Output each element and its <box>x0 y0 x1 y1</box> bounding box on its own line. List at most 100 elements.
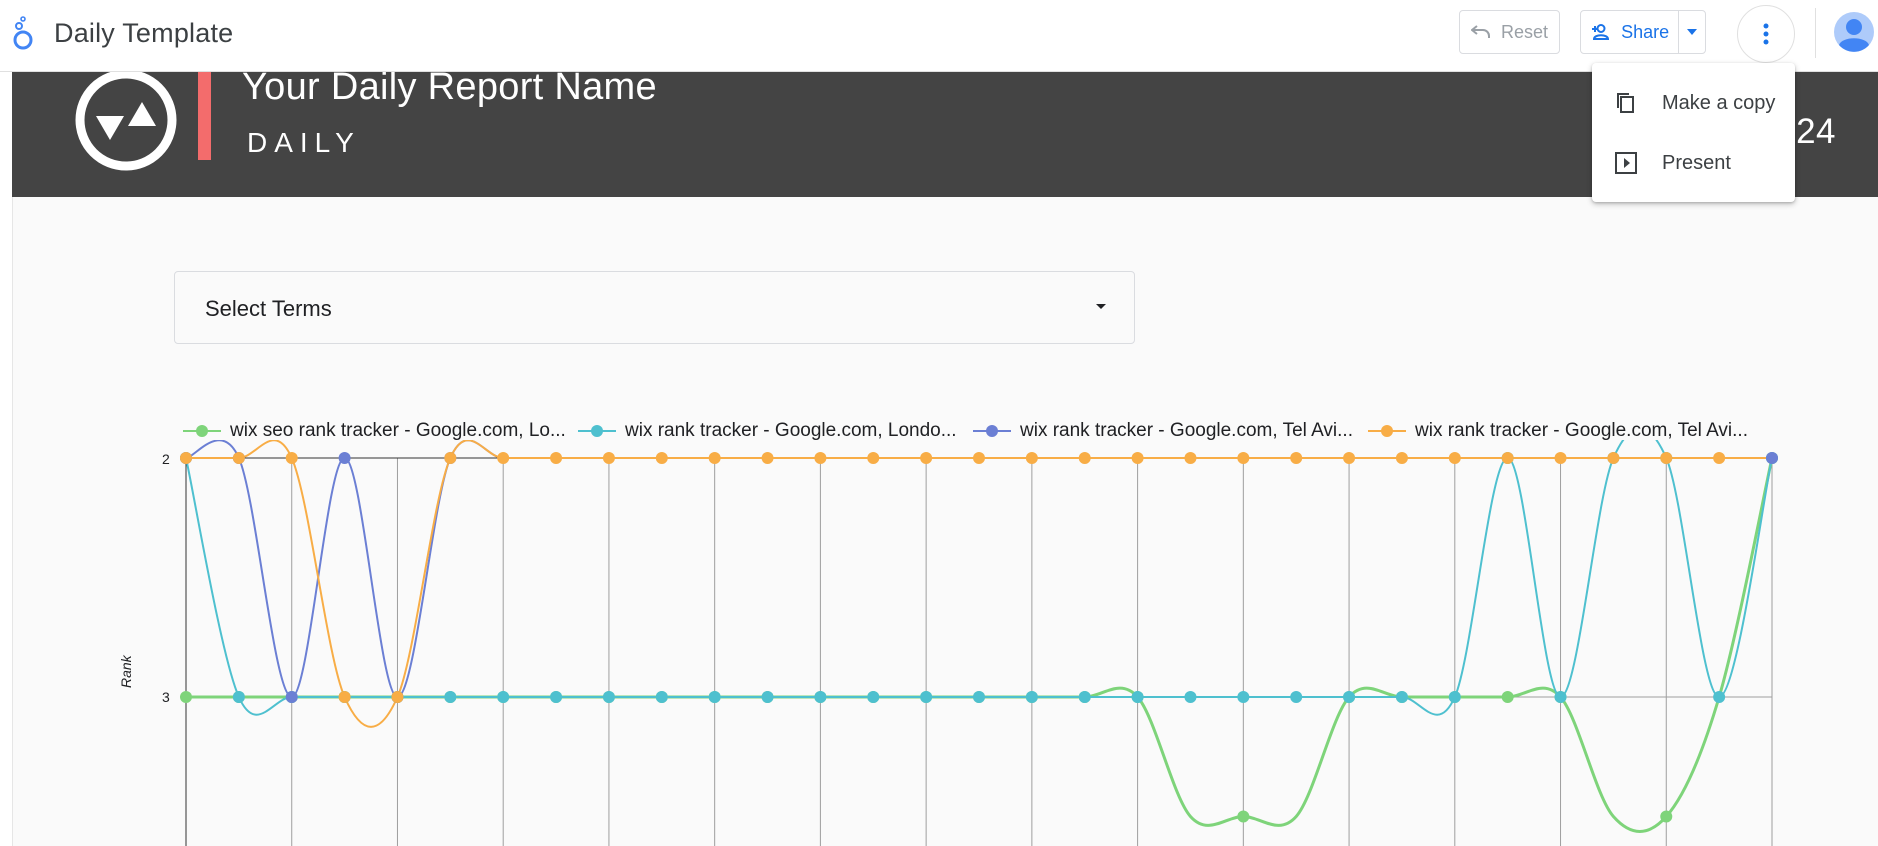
top-app-bar: Daily Template Reset Share <box>0 0 1878 72</box>
data-point <box>1131 452 1144 464</box>
more-options-menu: Make a copy Present <box>1592 63 1795 202</box>
data-point <box>285 691 298 703</box>
legend-swatch <box>183 423 221 439</box>
data-point <box>973 452 985 464</box>
data-point <box>814 452 827 464</box>
undo-icon <box>1470 25 1490 38</box>
accent-bar <box>198 72 211 160</box>
legend-swatch <box>1368 423 1406 439</box>
data-point <box>1395 452 1408 464</box>
data-point <box>497 691 510 703</box>
data-point <box>1554 691 1567 703</box>
select-terms-label: Select Terms <box>205 296 332 321</box>
legend-label: wix rank tracker - Google.com, Tel Avi..… <box>1415 420 1748 441</box>
share-button-group: Share <box>1580 10 1706 54</box>
data-point <box>1554 452 1567 464</box>
reset-label: Reset <box>1500 21 1549 42</box>
data-point <box>814 691 827 703</box>
rank-line-chart <box>180 440 1778 846</box>
menu-item-label: Make a copy <box>1662 91 1776 114</box>
series-line <box>185 440 1772 699</box>
legend-swatch <box>973 423 1011 439</box>
data-point <box>338 691 351 703</box>
more-vert-icon <box>1763 23 1769 45</box>
data-point <box>761 452 774 464</box>
data-point <box>550 691 563 703</box>
menu-item-present[interactable]: Present <box>1592 135 1795 191</box>
data-point <box>1237 810 1250 823</box>
data-point <box>1501 452 1514 464</box>
data-point <box>285 452 298 464</box>
data-point <box>920 691 933 703</box>
data-point <box>867 452 880 464</box>
data-point <box>761 691 774 703</box>
data-point <box>497 452 510 464</box>
data-point <box>232 691 245 703</box>
data-point <box>920 452 933 464</box>
data-point <box>602 691 615 703</box>
user-avatar-icon[interactable] <box>1834 12 1874 52</box>
legend-label: wix rank tracker - Google.com, Londo... <box>625 420 957 441</box>
data-point <box>1343 691 1356 703</box>
more-options-button[interactable] <box>1737 5 1795 63</box>
toolbar-divider <box>1815 8 1816 58</box>
caret-down-icon <box>1687 29 1698 35</box>
share-options-dropdown[interactable] <box>1679 11 1705 53</box>
data-point <box>1607 452 1620 464</box>
data-point <box>708 452 721 464</box>
data-point <box>1766 452 1778 464</box>
caret-down-icon <box>1096 304 1106 309</box>
data-point <box>655 452 668 464</box>
present-icon <box>1615 152 1637 174</box>
data-point <box>1343 452 1356 464</box>
data-point <box>338 452 351 464</box>
data-point <box>1131 691 1144 703</box>
app-title: Daily Template <box>54 18 234 48</box>
data-point <box>180 452 192 464</box>
reset-button[interactable]: Reset <box>1459 10 1560 54</box>
legend-swatch <box>578 423 616 439</box>
legend-label: wix seo rank tracker - Google.com, Lo... <box>230 420 566 441</box>
data-point <box>1184 691 1197 703</box>
series-line <box>185 457 1774 833</box>
data-point <box>1025 691 1038 703</box>
report-title: Your Daily Report Name <box>242 66 657 108</box>
data-point <box>1448 452 1461 464</box>
data-point <box>180 691 192 703</box>
legend-label: wix rank tracker - Google.com, Tel Avi..… <box>1020 420 1353 441</box>
data-point <box>867 691 880 703</box>
data-point <box>1713 691 1726 703</box>
data-point <box>708 691 721 703</box>
data-point <box>973 691 985 703</box>
data-point <box>1395 691 1408 703</box>
app-root: Daily Template Reset Share Your Daily Re… <box>0 0 1878 846</box>
report-subtitle: DAILY <box>247 127 361 158</box>
data-point <box>1078 691 1091 703</box>
looker-studio-logo-icon[interactable] <box>10 16 36 52</box>
data-point <box>1184 452 1197 464</box>
data-point <box>232 452 245 464</box>
data-point <box>550 452 563 464</box>
data-point <box>655 691 668 703</box>
data-point <box>1237 452 1250 464</box>
add-person-icon <box>1592 24 1610 40</box>
select-terms-dropdown[interactable]: Select Terms <box>174 271 1135 344</box>
menu-item-make-a-copy[interactable]: Make a copy <box>1592 75 1795 131</box>
share-button[interactable]: Share <box>1581 11 1680 53</box>
report-logo-icon <box>75 69 177 171</box>
copy-icon <box>1617 93 1634 113</box>
data-point <box>602 452 615 464</box>
data-point <box>1448 691 1461 703</box>
data-point <box>1290 691 1303 703</box>
data-point <box>1237 691 1250 703</box>
data-point <box>1660 810 1673 823</box>
data-point <box>1501 691 1514 703</box>
data-point <box>1290 452 1303 464</box>
data-point <box>391 691 404 703</box>
data-point <box>1660 452 1673 464</box>
data-point <box>1078 452 1091 464</box>
data-point <box>1025 452 1038 464</box>
data-point <box>444 452 457 464</box>
share-label: Share <box>1621 21 1670 42</box>
data-point <box>444 691 457 703</box>
